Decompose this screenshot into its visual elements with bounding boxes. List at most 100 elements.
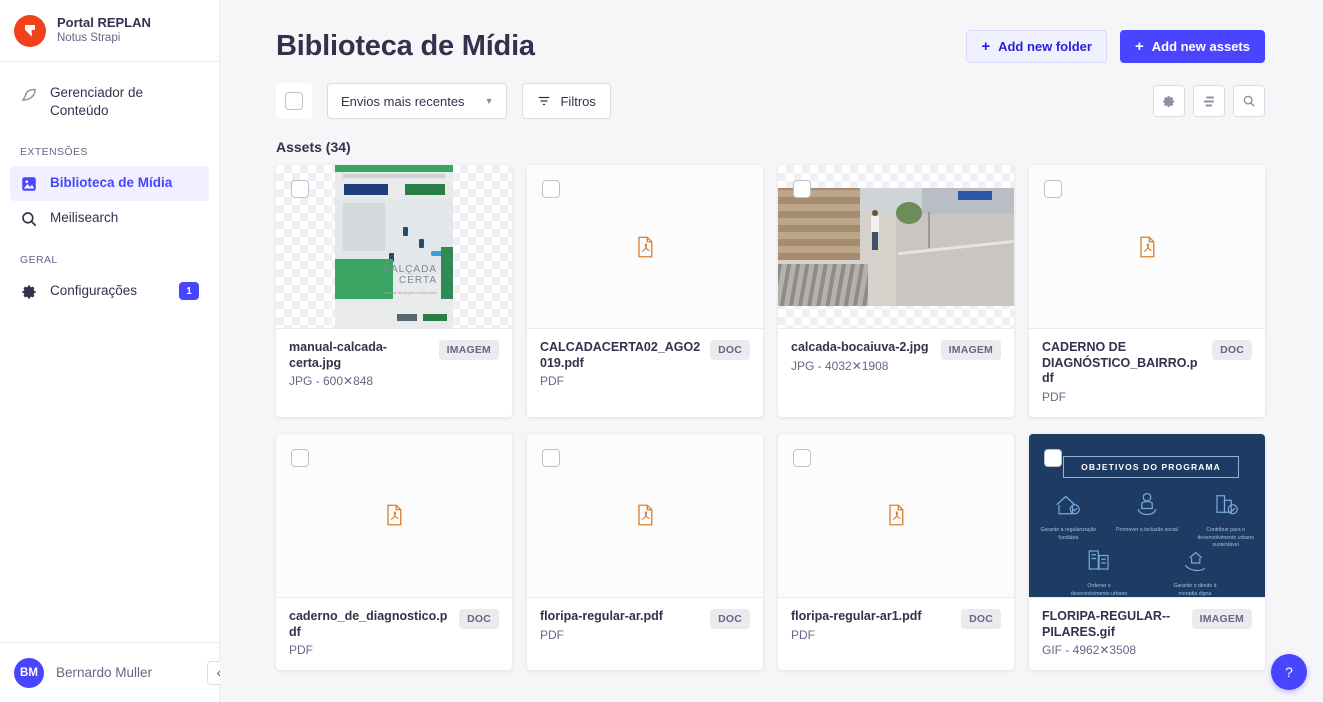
- asset-checkbox[interactable]: [291, 448, 309, 467]
- sidebar-item-label: Meilisearch: [50, 210, 119, 226]
- asset-name: floripa-regular-ar.pdf: [540, 608, 663, 623]
- asset-card[interactable]: CALCADACERTA02_AGO2019.pdf PDF DOC: [527, 165, 763, 417]
- brand-title: Portal REPLAN: [57, 14, 151, 30]
- asset-card[interactable]: floripa-regular-ar1.pdf PDF DOC: [778, 433, 1014, 671]
- add-new-folder-button[interactable]: + Add new folder: [966, 30, 1107, 63]
- image-icon: [20, 175, 38, 193]
- filters-button[interactable]: Filtros: [522, 83, 611, 119]
- asset-info: CADERNO DE DIAGNÓSTICO_BAIRRO.pdf PDF DO…: [1029, 329, 1265, 417]
- page-header: Biblioteca de Mídia + Add new folder + A…: [220, 0, 1323, 81]
- hand-house-icon: [1184, 551, 1206, 571]
- asset-info: caderno_de_diagnostico.pdf PDF DOC: [276, 598, 512, 670]
- house-check-icon: [1056, 495, 1081, 515]
- asset-type-tag: IMAGEM: [1191, 608, 1252, 629]
- gear-icon: [1163, 96, 1175, 108]
- select-all-checkbox[interactable]: [285, 92, 303, 110]
- sidebar-item-content-manager[interactable]: Gerenciador de Conteúdo: [10, 76, 209, 128]
- asset-meta: GIF - 4962✕3508: [1042, 643, 1137, 658]
- sort-select-value: Envios mais recentes: [341, 93, 465, 109]
- help-button[interactable]: ?: [1271, 654, 1307, 690]
- asset-meta: JPG - 600✕848: [289, 374, 374, 389]
- sidebar-section-geral: GERAL: [20, 254, 58, 267]
- asset-name: calcada-bocaiuva-2.jpg: [791, 340, 929, 354]
- add-new-folder-label: Add new folder: [998, 39, 1092, 54]
- search-button[interactable]: [1233, 85, 1265, 117]
- asset-checkbox[interactable]: [1044, 448, 1062, 467]
- gif-heading-box: OBJETIVOS DO PROGRAMA: [1063, 455, 1239, 478]
- add-new-assets-button[interactable]: + Add new assets: [1119, 30, 1265, 63]
- main-content: Biblioteca de Mídia + Add new folder + A…: [220, 0, 1323, 702]
- person-hands-icon: [1137, 492, 1157, 515]
- asset-thumbnail: [778, 165, 1014, 329]
- user-profile-row[interactable]: BM Bernardo Muller: [0, 642, 219, 702]
- plus-icon: +: [1134, 38, 1144, 55]
- sidebar-item-media-library[interactable]: Biblioteca de Mídia: [10, 166, 209, 202]
- brand-subtitle: Notus Strapi: [57, 32, 121, 45]
- asset-checkbox[interactable]: [1044, 180, 1062, 198]
- asset-info: FLORIPA-REGULAR--PILARES.gif GIF - 4962✕…: [1029, 598, 1265, 670]
- sidebar-item-settings[interactable]: Configurações 1: [10, 274, 209, 309]
- chevron-down-icon: ▼: [484, 96, 494, 106]
- view-settings-button[interactable]: [1153, 85, 1185, 117]
- gif-item-caption: Garantir o direito à moradia digna: [1173, 582, 1217, 597]
- asset-text: floripa-regular-ar1.pdf PDF: [791, 609, 953, 642]
- sidebar-item-meilisearch[interactable]: Meilisearch: [10, 201, 209, 236]
- brand-header[interactable]: Portal REPLAN Notus Strapi: [0, 0, 219, 62]
- asset-text: manual-calcada-certa.jpg JPG - 600✕848: [289, 340, 431, 388]
- header-actions: + Add new folder + Add new assets: [966, 30, 1265, 63]
- sort-select[interactable]: Envios mais recentes ▼: [327, 83, 508, 119]
- asset-type-tag: IMAGEM: [940, 340, 1001, 360]
- asset-type-tag: DOC: [459, 608, 499, 629]
- asset-thumbnail: [778, 433, 1014, 598]
- sidebar-nav: Gerenciador de Conteúdo EXTENSÕES Biblio…: [0, 62, 219, 642]
- asset-thumbnail: [276, 433, 512, 598]
- sidebar-item-label: Configurações: [50, 283, 138, 299]
- asset-name: caderno_de_diagnostico.pdf: [289, 608, 448, 639]
- asset-thumbnail: [527, 433, 763, 598]
- asset-card[interactable]: CALÇADA CERTA Manual de projeto e execuçã…: [276, 165, 512, 417]
- asset-card[interactable]: caderno_de_diagnostico.pdf PDF DOC: [276, 433, 512, 671]
- gear-icon: [20, 283, 38, 301]
- asset-checkbox[interactable]: [542, 180, 560, 198]
- asset-card[interactable]: OBJETIVOS DO PROGRAMA Garantir a regular…: [1029, 433, 1265, 671]
- asset-card[interactable]: floripa-regular-ar.pdf PDF DOC: [527, 433, 763, 671]
- asset-name: CADERNO DE DIAGNÓSTICO_BAIRRO.pdf: [1042, 340, 1198, 386]
- asset-checkbox[interactable]: [291, 180, 309, 198]
- toolbar-left-group: Envios mais recentes ▼ Filtros: [276, 83, 611, 119]
- sidebar-section-extensoes: EXTENSÕES: [20, 146, 88, 159]
- asset-meta: PDF: [791, 627, 815, 642]
- asset-card[interactable]: CADERNO DE DIAGNÓSTICO_BAIRRO.pdf PDF DO…: [1029, 165, 1265, 417]
- buildings-check-icon: [1216, 495, 1238, 515]
- gif-item-caption: Promover a inclusão social: [1115, 526, 1178, 533]
- filters-label: Filtros: [560, 93, 596, 109]
- asset-meta: JPG - 4032✕1908: [791, 358, 889, 373]
- toolbar: Envios mais recentes ▼ Filtros: [220, 83, 1323, 119]
- gif-item-caption: Ordenar o desenvolvimento urbano: [1070, 582, 1128, 597]
- asset-text: caderno_de_diagnostico.pdf PDF: [289, 609, 451, 657]
- asset-thumbnail: OBJETIVOS DO PROGRAMA Garantir a regular…: [1029, 433, 1265, 598]
- asset-card[interactable]: calcada-bocaiuva-2.jpg JPG - 4032✕1908 I…: [778, 165, 1014, 417]
- question-mark-icon: ?: [1285, 664, 1293, 680]
- app-root: Portal REPLAN Notus Strapi Gerenciador d…: [0, 0, 1323, 702]
- asset-name: floripa-regular-ar1.pdf: [791, 608, 922, 623]
- list-view-toggle-button[interactable]: [1193, 85, 1225, 117]
- sidebar-item-label: Biblioteca de Mídia: [50, 175, 173, 191]
- pdf-file-icon: [387, 504, 402, 526]
- asset-meta: PDF: [289, 643, 313, 658]
- assets-grid: CALÇADA CERTA Manual de projeto e execuçã…: [220, 165, 1323, 671]
- thumbnail-image: [778, 188, 1014, 306]
- asset-info: CALCADACERTA02_AGO2019.pdf PDF DOC: [527, 329, 763, 401]
- asset-info: calcada-bocaiuva-2.jpg JPG - 4032✕1908 I…: [778, 329, 1014, 391]
- brand-text: Portal REPLAN Notus Strapi: [57, 15, 151, 46]
- user-name: Bernardo Muller: [56, 665, 153, 680]
- asset-type-tag: DOC: [1212, 340, 1252, 360]
- asset-text: CALCADACERTA02_AGO2019.pdf PDF: [540, 340, 702, 388]
- pdf-file-icon: [1140, 236, 1155, 257]
- asset-text: CADERNO DE DIAGNÓSTICO_BAIRRO.pdf PDF: [1042, 340, 1204, 404]
- asset-checkbox[interactable]: [793, 180, 811, 198]
- asset-thumbnail: CALÇADA CERTA Manual de projeto e execuçã…: [276, 165, 512, 329]
- asset-meta: PDF: [1042, 389, 1066, 404]
- asset-checkbox[interactable]: [542, 448, 560, 467]
- asset-checkbox[interactable]: [793, 448, 811, 467]
- asset-info: floripa-regular-ar.pdf PDF DOC: [527, 598, 763, 660]
